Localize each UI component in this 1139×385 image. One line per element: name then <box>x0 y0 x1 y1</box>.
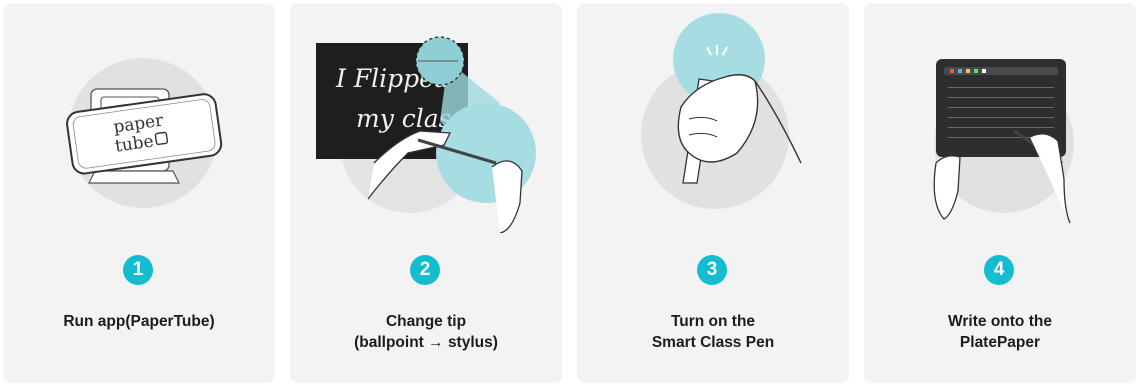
step-caption-4: Write onto the PlatePaper <box>874 311 1126 353</box>
caption-line: Turn on the <box>670 313 756 330</box>
step-caption-3: Turn on the Smart Class Pen <box>587 311 839 353</box>
phone-on-stand-icon: paper tube <box>66 58 223 208</box>
step-card-3: 3 Turn on the Smart Class Pen <box>577 3 849 383</box>
step-caption-2: Change tip (ballpoint → stylus) <box>300 311 552 353</box>
caption-line: (ballpoint → stylus) <box>354 334 498 351</box>
caption-line: Smart Class Pen <box>651 334 775 351</box>
step-caption-1: Run app(PaperTube) <box>13 311 265 332</box>
step-number-1: 1 <box>123 255 153 285</box>
step-number-2: 2 <box>410 255 440 285</box>
caption-line: PlatePaper <box>959 334 1041 351</box>
step-number-3: 3 <box>697 255 727 285</box>
caption-line: Change tip <box>385 313 467 330</box>
hand-holding-pen-icon <box>641 13 802 209</box>
caption-line: Write onto the <box>948 313 1052 330</box>
caption-line: Run app(PaperTube) <box>63 313 215 330</box>
pen-tip-icon: I Flipped my class <box>316 36 536 233</box>
step-number-4: 4 <box>984 255 1014 285</box>
plate-paper-icon <box>933 59 1074 224</box>
step-card-4: 4 Write onto the PlatePaper <box>864 3 1136 383</box>
step-card-2: I Flipped my class 2 Change tip (ballpoi… <box>290 3 562 383</box>
step-card-1: paper tube 1 Run app(PaperTube) <box>3 3 275 383</box>
steps-row: paper tube 1 Run app(PaperTube) I Flippe… <box>0 0 1139 385</box>
